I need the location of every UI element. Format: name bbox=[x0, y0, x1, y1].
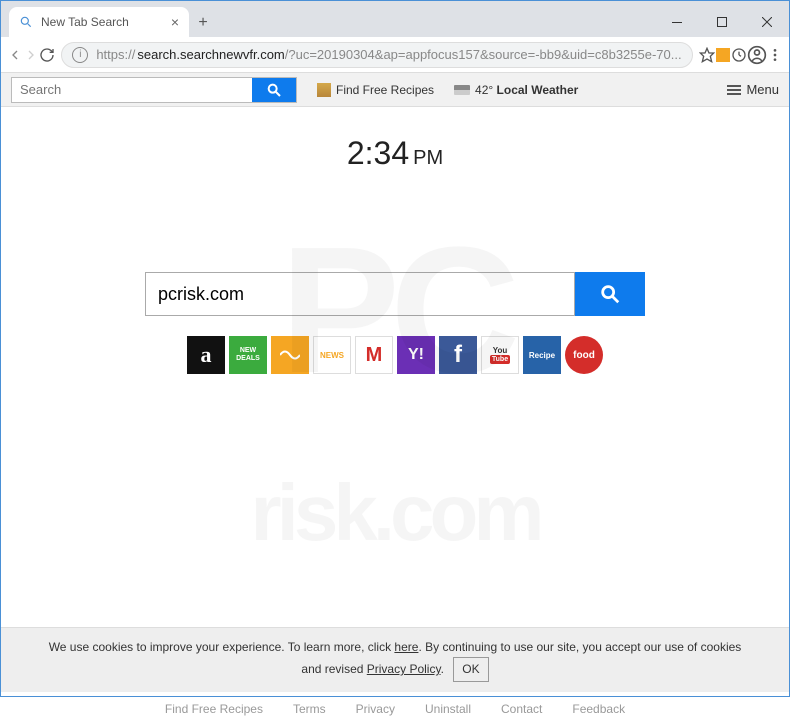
clock-ampm: PM bbox=[413, 147, 443, 169]
window-controls bbox=[654, 7, 789, 37]
close-icon[interactable]: × bbox=[171, 14, 179, 30]
clock-time: 2:34 bbox=[347, 135, 409, 171]
local-weather-link[interactable]: 42° Local Weather bbox=[454, 83, 578, 97]
browser-tab[interactable]: New Tab Search × bbox=[9, 7, 189, 37]
cookie-learn-more-link[interactable]: here bbox=[394, 640, 418, 654]
forward-button[interactable] bbox=[23, 41, 39, 69]
recipe-icon bbox=[317, 83, 331, 97]
clock: 2:34PM bbox=[1, 135, 789, 172]
page-content: PC risk.com 2:34PM aNEW DEALSNEWSMY!fYou… bbox=[1, 107, 789, 627]
close-window-button[interactable] bbox=[744, 7, 789, 37]
footer-feedback-link[interactable]: Feedback bbox=[572, 702, 625, 716]
page-toolbar: Find Free Recipes 42° Local Weather Menu bbox=[1, 73, 789, 107]
search-icon bbox=[266, 82, 282, 98]
shield-icon[interactable] bbox=[731, 41, 747, 69]
tile-food[interactable]: food bbox=[565, 336, 603, 374]
url-path: /?uc=20190304&ap=appfocus157&source=-bb9… bbox=[285, 47, 682, 62]
tile-gmail[interactable]: M bbox=[355, 336, 393, 374]
page-menu-button[interactable]: Menu bbox=[727, 82, 779, 97]
hamburger-icon bbox=[727, 85, 741, 95]
toolbar-search-input[interactable] bbox=[12, 78, 252, 102]
tile-recipe[interactable]: Recipe bbox=[523, 336, 561, 374]
tile-amazon[interactable]: a bbox=[187, 336, 225, 374]
tile-facebook[interactable]: f bbox=[439, 336, 477, 374]
main-search bbox=[145, 272, 645, 316]
footer-privacy-link[interactable]: Privacy bbox=[356, 702, 395, 716]
tab-title: New Tab Search bbox=[41, 15, 129, 29]
tile-yahoo[interactable]: Y! bbox=[397, 336, 435, 374]
url-field[interactable]: i https://search.searchnewvfr.com/?uc=20… bbox=[61, 42, 692, 68]
tile-audible[interactable] bbox=[271, 336, 309, 374]
quick-links: aNEW DEALS NEWSMY!fYouTubeRecipefood bbox=[1, 336, 789, 374]
back-button[interactable] bbox=[7, 41, 23, 69]
window-titlebar: New Tab Search × + bbox=[1, 1, 789, 37]
page-footer: Find Free Recipes Terms Privacy Uninstal… bbox=[1, 692, 789, 726]
tile-new-deals[interactable]: NEW DEALS bbox=[229, 336, 267, 374]
reload-button[interactable] bbox=[39, 41, 55, 69]
find-recipes-link[interactable]: Find Free Recipes bbox=[317, 83, 434, 97]
tile-youtube[interactable]: YouTube bbox=[481, 336, 519, 374]
url-host: search.searchnewvfr.com bbox=[137, 47, 284, 62]
search-icon bbox=[599, 283, 621, 305]
cookie-ok-button[interactable]: OK bbox=[453, 657, 488, 682]
footer-terms-link[interactable]: Terms bbox=[293, 702, 326, 716]
footer-recipes-link[interactable]: Find Free Recipes bbox=[165, 702, 263, 716]
footer-contact-link[interactable]: Contact bbox=[501, 702, 542, 716]
search-icon bbox=[19, 15, 33, 29]
main-search-input[interactable] bbox=[145, 272, 575, 316]
site-info-icon[interactable]: i bbox=[72, 47, 88, 63]
tile-news[interactable]: NEWS bbox=[313, 336, 351, 374]
toolbar-search bbox=[11, 77, 297, 103]
toolbar-search-button[interactable] bbox=[252, 78, 296, 102]
footer-uninstall-link[interactable]: Uninstall bbox=[425, 702, 471, 716]
extension-icon[interactable] bbox=[715, 41, 731, 69]
privacy-policy-link[interactable]: Privacy Policy bbox=[367, 662, 441, 676]
browser-menu-button[interactable] bbox=[767, 41, 783, 69]
minimize-button[interactable] bbox=[654, 7, 699, 37]
bookmark-button[interactable] bbox=[699, 41, 715, 69]
main-search-button[interactable] bbox=[575, 272, 645, 316]
cookie-banner: We use cookies to improve your experienc… bbox=[1, 627, 789, 692]
weather-icon bbox=[454, 85, 470, 95]
url-prefix: https:// bbox=[96, 47, 135, 62]
maximize-button[interactable] bbox=[699, 7, 744, 37]
address-bar: i https://search.searchnewvfr.com/?uc=20… bbox=[1, 37, 789, 73]
watermark-text: risk.com bbox=[250, 467, 539, 559]
profile-button[interactable] bbox=[747, 41, 767, 69]
new-tab-button[interactable]: + bbox=[189, 9, 217, 37]
